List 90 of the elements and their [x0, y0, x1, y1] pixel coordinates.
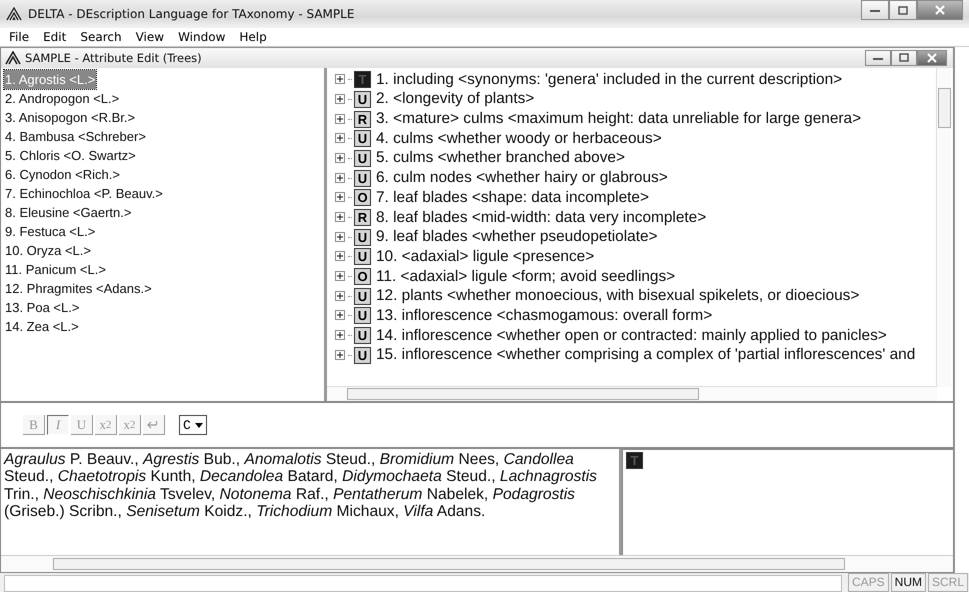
taxon-item[interactable]: 8. Eleusine <Gaertn.>	[4, 202, 132, 222]
character-label[interactable]: 15. inflorescence <whether comprising a complex of 'partial inflorescences' and	[376, 346, 916, 364]
delta-logo-icon	[6, 7, 22, 21]
expand-icon[interactable]	[335, 74, 346, 86]
taxon-item[interactable]: 4. Bambusa <Schreber>	[4, 126, 147, 146]
character-type-badge: O	[354, 268, 371, 286]
horizontal-scrollbar[interactable]	[1, 555, 953, 572]
menu-item[interactable]: Search	[73, 28, 129, 46]
character-label[interactable]: 8. leaf blades <mid-width: data very incomplete>	[376, 208, 706, 226]
undo-icon	[146, 420, 160, 430]
taxon-item[interactable]: 9. Festuca <L.>	[4, 222, 96, 241]
status-indicator: CAPS	[848, 573, 889, 592]
character-type-badge: U	[354, 248, 371, 266]
taxon-item[interactable]: 10. Oryza <L.>	[4, 240, 92, 260]
restore-icon	[899, 53, 909, 62]
minimize-button[interactable]	[861, 0, 889, 20]
character-label[interactable]: 6. culm nodes <whether hairy or glabrous>	[376, 169, 668, 188]
character-type-badge: O	[354, 189, 371, 206]
taxon-item[interactable]: 6. Cynodon <Rich.>	[4, 164, 121, 184]
window-title: DELTA - DEscription Language for TAxonomy - SAMPLE	[28, 7, 354, 21]
character-label[interactable]: 7. leaf blades <shape: data incomplete>	[376, 188, 649, 207]
taxon-item[interactable]: 13. Poa <L.>	[4, 298, 80, 317]
expand-icon[interactable]	[335, 290, 346, 302]
close-icon	[934, 5, 946, 15]
expand-icon[interactable]	[335, 330, 346, 342]
maximize-button[interactable]	[889, 0, 917, 20]
character-label[interactable]: 10. <adaxial> ligule <presence>	[376, 248, 594, 266]
character-label[interactable]: 9. leaf blades <whether pseudopetiolate>	[376, 228, 658, 246]
character-type-badge: R	[354, 110, 371, 128]
character-label[interactable]: 11. <adaxial> ligule <form; avoid seedlings>	[376, 268, 676, 286]
expand-icon[interactable]	[335, 114, 346, 125]
expand-icon[interactable]	[335, 271, 346, 282]
character-type-badge: U	[354, 307, 371, 324]
close-icon	[926, 52, 938, 63]
expand-icon[interactable]	[335, 172, 346, 184]
expand-icon[interactable]	[335, 251, 346, 262]
character-label[interactable]: 3. <mature> culms <maximum height: data unreliable for large genera>	[376, 110, 862, 128]
dropdown-arrow-icon	[194, 422, 203, 428]
expand-icon[interactable]	[335, 192, 346, 204]
character-type-badge: U	[354, 130, 371, 148]
taxon-item[interactable]: 1. Agrostis <L.>	[4, 70, 96, 89]
character-label[interactable]: 12. plants <whether monoecious, with bisexual spikelets, or dioecious>	[376, 287, 860, 306]
maximize-icon	[898, 6, 908, 14]
character-type-badge: U	[354, 170, 371, 187]
font-dropdown[interactable]: C	[179, 415, 207, 436]
expand-icon[interactable]	[335, 133, 346, 144]
character-label[interactable]: 2. <longevity of plants>	[376, 90, 534, 108]
horizontal-scrollbar[interactable]	[327, 386, 937, 402]
character-label[interactable]: 4. culms <whether woody or herbaceous>	[376, 130, 662, 148]
taxon-item[interactable]: 5. Chloris <O. Swartz>	[4, 146, 137, 165]
character-label[interactable]: 13. inflorescence <chasmogamous: overall form>	[376, 306, 712, 325]
delta-logo-icon	[5, 50, 21, 65]
character-type-badge: U	[354, 346, 371, 364]
expand-icon[interactable]	[335, 94, 346, 105]
character-type-badge: U	[354, 288, 371, 305]
character-type-badge: T	[354, 71, 371, 88]
child-window-title: SAMPLE - Attribute Edit (Trees)	[25, 50, 202, 65]
character-type-badge: U	[354, 150, 371, 167]
menu-item[interactable]: View	[128, 28, 172, 46]
expand-icon[interactable]	[335, 152, 346, 164]
restore-button[interactable]	[891, 50, 917, 66]
expand-icon[interactable]	[335, 212, 346, 223]
character-label[interactable]: 14. inflorescence <whether open or contracted: mainly applied to panicles>	[376, 326, 887, 345]
menu-item[interactable]: Window	[171, 28, 232, 46]
character-type-badge: U	[354, 90, 371, 108]
taxon-item[interactable]: 3. Anisopogon <R.Br.>	[4, 108, 136, 127]
vertical-scrollbar[interactable]	[954, 47, 969, 573]
taxon-item[interactable]: 12. Phragmites <Adans.>	[4, 278, 153, 298]
character-type-badge: U	[354, 327, 371, 344]
expand-icon[interactable]	[335, 310, 346, 322]
character-label[interactable]: 5. culms <whether branched above>	[376, 149, 625, 168]
menu-item[interactable]: File	[2, 28, 36, 46]
menu-item[interactable]: Help	[232, 28, 274, 46]
character-type-badge: R	[354, 209, 371, 226]
taxon-item[interactable]: 14. Zea <L.>	[4, 316, 80, 336]
character-type-badge: U	[354, 228, 371, 246]
status-indicator: NUM	[890, 573, 926, 592]
character-type-badge: T	[626, 452, 643, 469]
taxon-item[interactable]: 11. Panicum <L.>	[4, 260, 107, 279]
minimize-button[interactable]	[865, 50, 891, 66]
minimize-icon	[869, 7, 881, 13]
close-button[interactable]	[917, 0, 963, 20]
expand-icon[interactable]	[335, 232, 346, 243]
taxon-item[interactable]: 2. Andropogon <L.>	[4, 88, 120, 108]
status-indicator: SCRL	[928, 573, 968, 592]
character-label[interactable]: 1. including <synonyms: 'genera' included in the current description>	[376, 70, 842, 89]
taxon-item[interactable]: 7. Echinochloa <P. Beauv.>	[4, 184, 164, 203]
menu-item[interactable]: Edit	[36, 28, 74, 46]
close-button[interactable]	[917, 50, 947, 66]
expand-icon[interactable]	[335, 350, 346, 361]
